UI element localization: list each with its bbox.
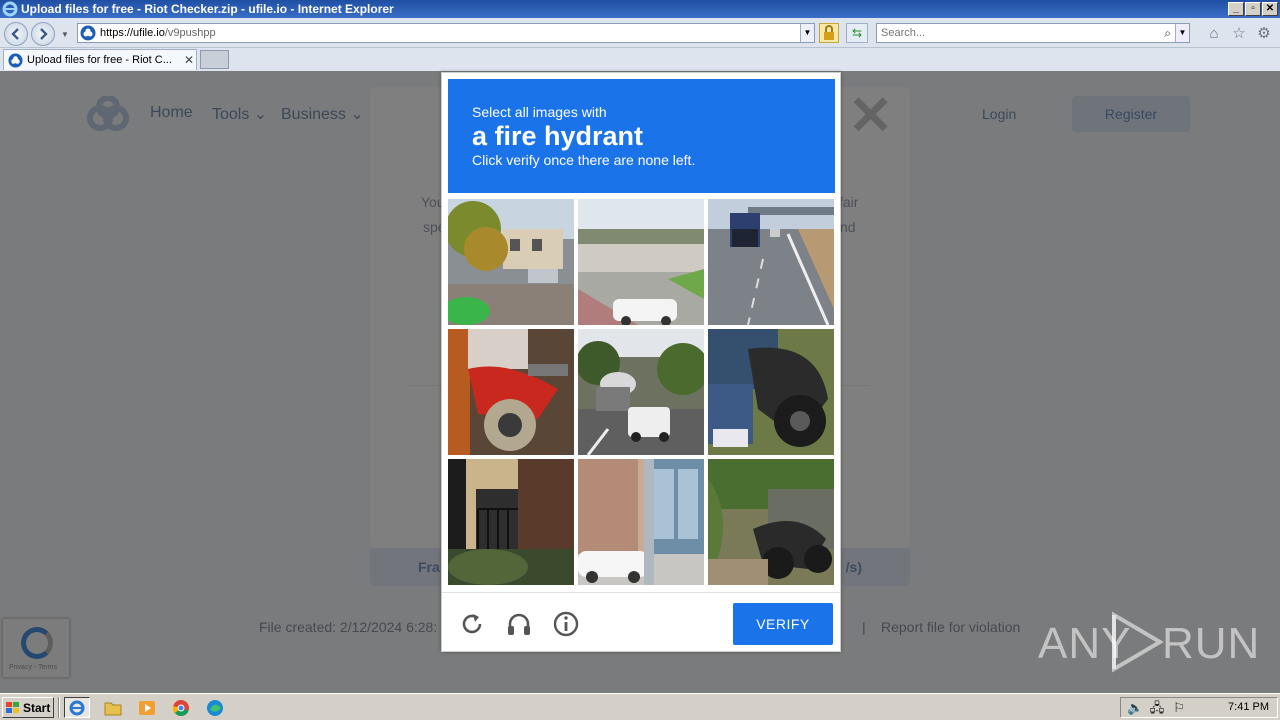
captcha-grid [448,199,836,587]
taskbar-chrome-button[interactable] [168,697,194,718]
folder-icon [104,702,122,715]
clock[interactable]: 7:41 PM [1228,701,1269,713]
favorites-star-icon[interactable]: ☆ [1231,26,1247,42]
captcha-tile[interactable] [448,329,574,455]
window-title: Upload files for free - Riot Checker.zip… [21,2,394,16]
start-label: Start [23,700,51,715]
captcha-tile[interactable] [708,199,834,325]
tab-active[interactable]: Upload files for free - Riot C... ✕ [3,49,197,70]
minimize-button[interactable]: _ [1228,2,1244,16]
taskbar-edge-button[interactable] [202,697,228,718]
forward-button[interactable] [31,22,55,46]
lock-icon[interactable] [819,23,839,43]
site-favicon-icon [80,25,96,41]
captcha-target: a fire hydrant [472,121,644,151]
volume-icon[interactable]: 🔈 [1127,700,1143,716]
captcha-tile[interactable] [448,459,574,585]
url-path: /v9pushpp [164,27,216,39]
back-button[interactable] [4,22,28,46]
captcha-instruction-pre: Select all images with [472,104,607,120]
captcha-header: Select all images with a fire hydrant Cl… [448,79,835,193]
anyrun-watermark: ANY RUN [1038,611,1259,673]
audio-headphones-icon[interactable] [505,610,533,638]
tab-favicon-icon [8,52,23,68]
chrome-icon [172,699,189,716]
address-input[interactable]: https://ufile.io/v9pushpp ▼ [77,23,815,43]
search-icon[interactable]: ⌕ [1164,26,1171,41]
play-icon [1112,611,1164,673]
search-field[interactable]: ⌕ ▼ [876,23,1190,43]
gear-icon[interactable]: ⚙ [1256,26,1272,42]
captcha-dialog: Select all images with a fire hydrant Cl… [441,72,841,652]
network-icon[interactable]: 🖧 [1149,700,1165,716]
captcha-tile[interactable] [578,329,704,455]
taskbar: Start 🔈 🖧 ⚐ 7:41 PM [0,693,1280,720]
captcha-footer: VERIFY [442,592,840,652]
reload-icon[interactable] [458,610,486,638]
home-icon[interactable]: ⌂ [1206,26,1222,42]
restore-button[interactable]: ▫ [1245,2,1261,16]
captcha-tile[interactable] [708,329,834,455]
start-button[interactable]: Start [2,697,54,718]
tab-bar: Upload files for free - Riot C... ✕ [0,48,1280,71]
windows-flag-icon [6,701,19,713]
search-input[interactable] [877,24,1147,42]
url-host: https://ufile.io [100,27,165,39]
close-window-button[interactable]: ✕ [1262,2,1278,16]
captcha-tile[interactable] [578,459,704,585]
search-dropdown-icon[interactable]: ▼ [1175,24,1189,42]
ie-icon [69,700,85,715]
taskbar-media-button[interactable] [134,697,160,718]
back-arrow-icon [11,28,19,40]
watermark-right: RUN [1162,619,1261,668]
system-tray: 🔈 🖧 ⚐ 7:41 PM [1120,697,1278,718]
history-dropdown-icon[interactable]: ▼ [61,30,69,39]
media-player-icon [139,700,155,715]
info-icon[interactable] [552,610,580,638]
captcha-tile[interactable] [448,199,574,325]
ie-logo-icon [2,1,18,17]
verify-button[interactable]: VERIFY [733,603,833,645]
forward-arrow-icon [40,28,48,40]
captcha-tile[interactable] [578,199,704,325]
url-dropdown-icon[interactable]: ▼ [800,24,814,42]
captcha-tile[interactable] [708,459,834,585]
taskbar-explorer-button[interactable] [100,697,126,718]
compat-refresh-icon[interactable]: ⇆ [846,23,868,43]
window-titlebar: Upload files for free - Riot Checker.zip… [0,0,1280,18]
captcha-instruction-post: Click verify once there are none left. [472,152,696,168]
action-center-flag-icon[interactable]: ⚐ [1171,700,1187,716]
tab-title: Upload files for free - Riot C... [27,54,172,66]
tab-close-icon[interactable]: ✕ [182,53,196,67]
new-tab-button[interactable] [200,50,229,69]
taskbar-ie-button[interactable] [64,697,90,718]
edge-icon [207,699,223,716]
taskbar-separator [58,697,60,718]
address-toolbar: ▼ https://ufile.io/v9pushpp ▼ ⇆ ⌕ ▼ ⌂ ☆ … [0,18,1280,48]
